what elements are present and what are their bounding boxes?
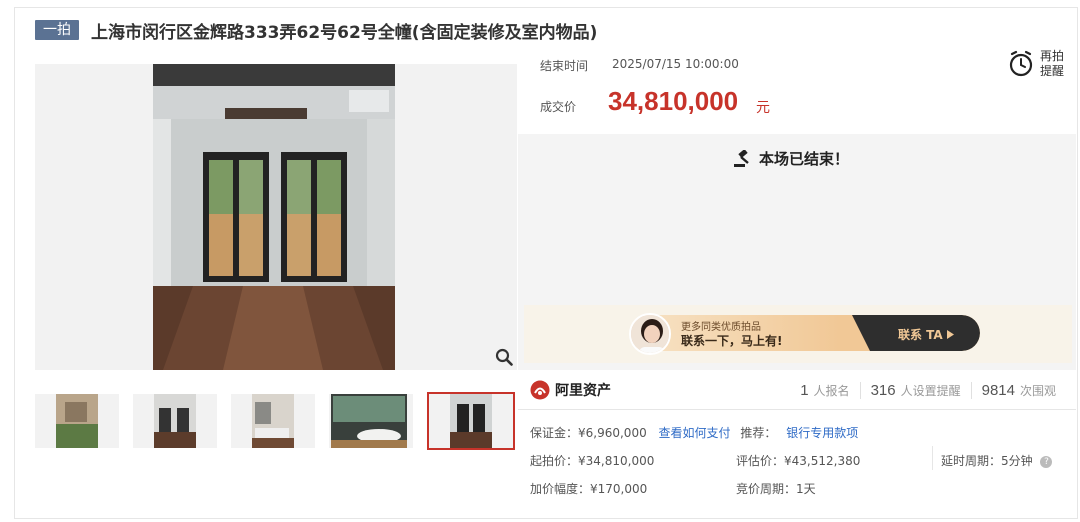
help-icon[interactable]: ? [1040,455,1053,468]
thumbnail-strip [35,392,515,452]
brand-name: 阿里资产 [555,383,611,399]
thumbnail-1[interactable] [35,394,119,448]
stat-signups: 1 人报名 [790,382,859,399]
thumbnail-3[interactable] [231,394,315,448]
recommend-label: 推荐： [740,426,777,440]
stat-signups-count: 1 [800,382,809,399]
stat-views-count: 9814 [981,382,1015,399]
bank-account-link[interactable]: 银行专用款项 [786,426,858,440]
thumbnail-5-selected[interactable] [427,392,515,450]
page-title: 上海市闵行区金辉路333弄62号62号全幢(含固定装修及室内物品) [91,22,598,43]
contact-button[interactable]: 联系 TA [898,326,954,343]
end-time-value: 2025/07/15 10:00:00 [612,57,739,71]
auction-round-tag: 一拍 [35,20,79,40]
relist-reminder-label: 再拍提醒 [1040,49,1065,78]
thumbnail-4[interactable] [329,394,413,448]
zoom-icon[interactable] [495,348,513,366]
stat-reminders-label: 人设置提醒 [900,384,961,398]
relist-reminder-button[interactable]: 再拍提醒 [1008,49,1068,79]
auction-status-text: 本场已结束！ [759,150,850,168]
alarm-clock-icon [1009,50,1033,77]
delay-period: 延时周期：5分钟 ? [941,452,1053,469]
start-price: 起拍价：¥34,810,000 [530,454,655,468]
deposit-info: 保证金：¥6,960,000 查看如何支付 推荐： 银行专用款项 [530,424,858,441]
main-photo[interactable] [153,64,395,370]
main-photo-container [35,64,517,370]
thumbnail-2[interactable] [133,394,217,448]
stat-views-label: 次围观 [1019,384,1056,398]
auction-stats: 1 人报名 316 人设置提醒 9814 次围观 [790,382,1066,399]
bid-increment: 加价幅度：¥170,000 [530,482,648,496]
gavel-icon [734,149,749,167]
delay-period-text: 延时周期：5分钟 [941,454,1033,468]
contact-button-label: 联系 TA [898,328,943,342]
bidding-cycle: 竞价周期：1天 [736,482,816,496]
stat-views: 9814 次围观 [970,382,1066,399]
end-time-label: 结束时间 [540,59,589,73]
auction-status: 本场已结束！ [733,148,849,169]
promo-banner[interactable] [524,305,1072,363]
caret-right-icon [946,330,954,339]
avatar [629,313,671,355]
stat-reminders: 316 人设置提醒 [859,382,971,399]
divider [518,409,1076,410]
title-row: 一拍 上海市闵行区金辉路333弄62号62号全幢(含固定装修及室内物品) [35,17,597,43]
stat-reminders-count: 316 [870,382,896,399]
evaluation-price: 评估价：¥43,512,380 [736,454,861,468]
column-divider [932,446,933,470]
promo-title: 联系一下，马上有! [681,334,783,348]
final-price-label: 成交价 [540,100,577,114]
final-price-value: 34,810,000 [608,86,739,116]
how-to-pay-link[interactable]: 查看如何支付 [659,426,731,440]
auction-summary [518,48,1076,134]
deposit-text: 保证金：¥6,960,000 [530,426,647,440]
price-unit: 元 [756,100,770,116]
ali-assets-logo-icon [530,380,550,400]
stat-signups-label: 人报名 [813,384,850,398]
promo-subtitle: 更多同类优质拍品 [681,322,761,333]
brand-logo: 阿里资产 [530,380,611,400]
